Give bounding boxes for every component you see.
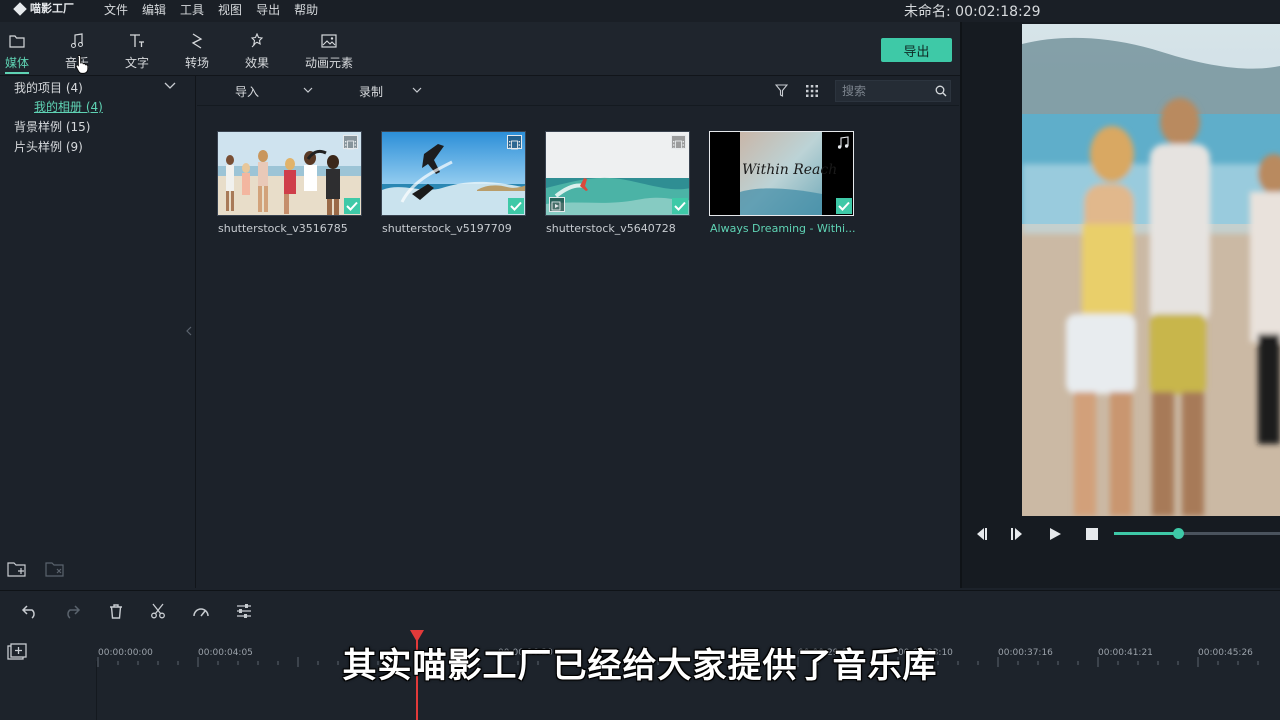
audio-note-icon: [837, 135, 849, 154]
preview-frame: [1022, 24, 1280, 516]
media-thumb-1[interactable]: [217, 131, 362, 216]
image-icon: [321, 32, 337, 50]
chevron-down-icon[interactable]: [164, 82, 176, 90]
delete-folder-icon[interactable]: [45, 560, 65, 578]
menu-file[interactable]: 文件: [104, 1, 128, 18]
audio-cover-text: Within Reach: [742, 162, 838, 178]
record-dropdown[interactable]: 录制: [359, 83, 383, 100]
tab-media[interactable]: 媒体: [5, 32, 30, 74]
video-film-icon: [343, 135, 358, 150]
tab-transitions-label: 转场: [185, 56, 210, 70]
preview-viewer: [1022, 24, 1280, 516]
logo-diamond-icon: [13, 2, 27, 16]
menu-export[interactable]: 导出: [256, 1, 280, 18]
playback-slider-handle[interactable]: [1173, 528, 1184, 539]
playback-progress[interactable]: [1114, 528, 1280, 539]
undo-icon[interactable]: [21, 603, 39, 619]
menu-tools[interactable]: 工具: [180, 1, 204, 18]
new-folder-icon[interactable]: [7, 560, 27, 578]
check-icon: [672, 198, 688, 214]
check-icon: [508, 198, 524, 214]
media-name-2: shutterstock_v5197709: [382, 222, 512, 235]
logo-text: 喵影工厂: [30, 2, 74, 15]
filter-icon[interactable]: [775, 84, 788, 97]
video-thumbnail-1: [218, 132, 361, 215]
tab-transitions[interactable]: 转场: [185, 32, 209, 71]
adjust-icon[interactable]: [236, 603, 252, 619]
grid-view-icon[interactable]: [805, 84, 819, 98]
media-toolbar: 导入 录制: [197, 76, 959, 106]
cut-icon[interactable]: [150, 603, 166, 619]
menubar: 喵影工厂 文件 编辑 工具 视图 导出 帮助 未命名: 00:02:18:29: [0, 0, 1280, 22]
check-icon: [344, 198, 360, 214]
media-thumb-3[interactable]: [545, 131, 690, 216]
tab-effects-label: 效果: [245, 56, 270, 70]
media-name-1: shutterstock_v3516785: [218, 222, 348, 235]
tree-intro-samples[interactable]: 片头样例 (9): [14, 138, 83, 155]
stop-icon[interactable]: [1084, 525, 1100, 543]
app-logo: 喵影工厂: [13, 0, 74, 18]
import-dropdown[interactable]: 导入: [235, 83, 259, 100]
search-box: [835, 80, 951, 102]
tab-effects[interactable]: 效果: [245, 32, 269, 71]
tree-my-project[interactable]: 我的项目 (4): [14, 79, 83, 96]
project-name: 未命名:: [904, 4, 951, 20]
tab-text-label: 文字: [125, 56, 150, 70]
menu-edit[interactable]: 编辑: [142, 1, 166, 18]
media-thumb-2[interactable]: [381, 131, 526, 216]
folder-icon: [9, 32, 25, 50]
video-thumbnail-2: [382, 132, 525, 215]
media-library: 导入 录制 搜索 shutterstock_v3516785 shutterst…: [197, 76, 959, 588]
speed-icon[interactable]: [192, 603, 210, 619]
video-film-icon: [507, 135, 522, 150]
app-window: 喵影工厂 文件 编辑 工具 视图 导出 帮助 未命名: 00:02:18:29 …: [0, 0, 1280, 720]
menu-view[interactable]: 视图: [218, 1, 242, 18]
export-button[interactable]: 导出: [881, 38, 952, 62]
playback-progress-fill: [1114, 532, 1178, 535]
delete-icon[interactable]: [108, 603, 124, 619]
play-in-preview-icon[interactable]: [549, 197, 565, 212]
effects-icon: [249, 32, 265, 50]
play-icon[interactable]: [1047, 525, 1063, 543]
import-chevron-icon[interactable]: [303, 87, 313, 94]
video-thumbnail-3: [546, 132, 689, 215]
tab-music[interactable]: 音乐: [65, 32, 89, 74]
media-tree-panel: 我的项目 (4) 我的相册 (4) 背景样例 (15) 片头样例 (9): [0, 76, 196, 588]
tab-media-label: 媒体: [5, 54, 30, 74]
collapse-panel-icon[interactable]: [186, 326, 192, 336]
tree-bg-samples[interactable]: 背景样例 (15): [14, 118, 90, 135]
media-name-3: shutterstock_v5640728: [546, 222, 676, 235]
project-title: 未命名: 00:02:18:29: [904, 1, 1041, 21]
media-name-4: Always Dreaming - Withi...: [710, 222, 856, 235]
tab-elements-label: 动画元素: [305, 56, 354, 70]
tree-my-album[interactable]: 我的相册 (4): [34, 98, 103, 115]
redo-icon[interactable]: [63, 603, 81, 619]
video-subtitle: 其实喵影工厂已经给大家提供了音乐库: [342, 646, 938, 686]
main-menu: 文件 编辑 工具 视图 导出 帮助: [104, 0, 318, 18]
search-icon[interactable]: [935, 85, 947, 97]
tab-elements[interactable]: 动画元素: [305, 32, 353, 71]
record-chevron-icon[interactable]: [412, 87, 422, 94]
video-film-icon: [671, 135, 686, 150]
step-back-icon[interactable]: [973, 525, 989, 543]
project-duration: 00:02:18:29: [955, 4, 1041, 20]
mouse-cursor-icon: [75, 55, 89, 74]
transition-icon: [190, 32, 204, 50]
text-icon: [129, 32, 145, 50]
library-toolbar: 媒体 音乐 文字 转场 效果 动画元素: [0, 22, 960, 76]
check-icon: [836, 198, 852, 214]
step-forward-icon[interactable]: [1009, 525, 1025, 543]
menu-help[interactable]: 帮助: [294, 1, 318, 18]
search-input[interactable]: [842, 83, 932, 99]
music-icon: [70, 32, 84, 50]
tab-text[interactable]: 文字: [125, 32, 149, 71]
media-thumb-4[interactable]: Within Reach: [709, 131, 854, 216]
